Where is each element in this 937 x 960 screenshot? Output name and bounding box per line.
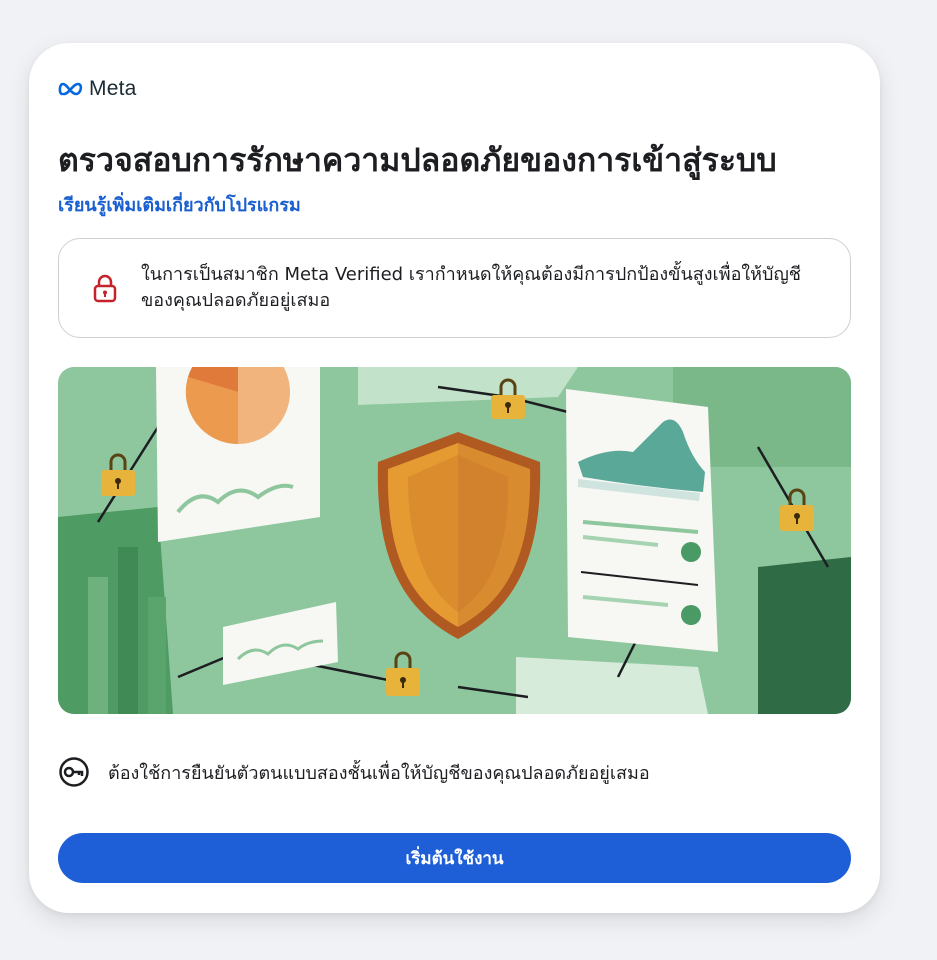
- get-started-button[interactable]: เริ่มต้นใช้งาน: [58, 833, 851, 883]
- notice-text: ในการเป็นสมาชิก Meta Verified เรากำหนดให…: [141, 264, 802, 311]
- key-icon: [59, 757, 89, 787]
- meta-infinity-logo-icon: [58, 82, 83, 96]
- page-title: ตรวจสอบการรักษาความปลอดภัยของการเข้าสู่ร…: [58, 141, 777, 179]
- membership-notice: ในการเป็นสมาชิก Meta Verified เรากำหนดให…: [58, 238, 851, 338]
- learn-more-link[interactable]: เรียนรู้เพิ่มเติมเกี่ยวกับโปรแกรม: [58, 190, 301, 219]
- security-illustration: [58, 367, 851, 714]
- meta-logo: Meta: [58, 77, 137, 101]
- requirement-text: ต้องใช้การยืนยันตัวตนแบบสองชั้นเพื่อให้บ…: [108, 762, 650, 784]
- meta-logo-text: Meta: [89, 77, 137, 100]
- security-checkup-card: Meta ตรวจสอบการรักษาความปลอดภัยของการเข้…: [29, 43, 880, 913]
- lock-icon: [93, 274, 117, 303]
- two-factor-requirement: ต้องใช้การยืนยันตัวตนแบบสองชั้นเพื่อให้บ…: [58, 756, 650, 788]
